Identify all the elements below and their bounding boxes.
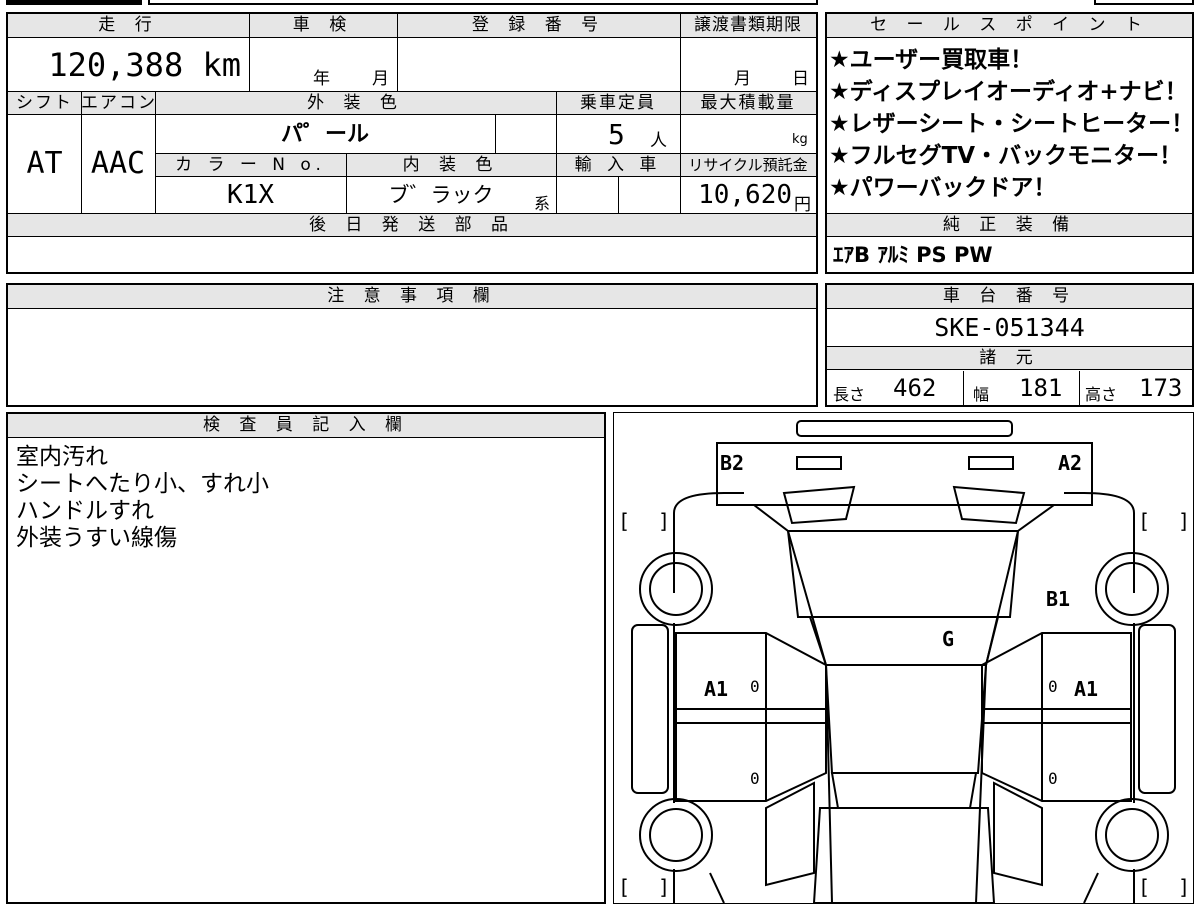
later-parts-header: 後 日 発 送 部 品 <box>8 213 816 237</box>
capacity-value: 5 <box>608 118 625 151</box>
diagram-label-b1: B1 <box>1046 587 1071 611</box>
notes-header: 注 意 事 項 欄 <box>8 285 816 309</box>
diagram-label-a2: A2 <box>1058 451 1083 475</box>
length-label: 長さ <box>833 385 866 404</box>
sales-point: ★ディスプレイオーディオ+ナビ！ <box>829 79 1188 105</box>
inspector-note: 室内汚れ <box>16 444 108 470</box>
mileage-value: 120,388 km <box>48 46 241 84</box>
car-outline <box>631 420 1176 903</box>
color-no-value: K1X <box>227 180 274 210</box>
diagram-bracket: [ <box>618 509 631 533</box>
inspector-note: 外装うすい線傷 <box>16 525 177 551</box>
diagram-bracket: ] <box>1178 509 1191 533</box>
registration-number <box>399 40 678 90</box>
shift-header: シフト <box>8 91 81 115</box>
car-condition-diagram: B2 A2 B1 G A1 A1 0 0 0 0 [ ] [ ] [ ] [ ] <box>613 412 1194 904</box>
top-black-tab <box>6 0 142 5</box>
transfer-day: 日 <box>792 69 809 89</box>
notes-panel: 注 意 事 項 欄 <box>6 283 818 407</box>
recycle-fee-unit: 円 <box>794 195 811 215</box>
height-label: 高さ <box>1085 385 1118 404</box>
diagram-bracket: [ <box>1138 509 1151 533</box>
sales-points-panel: セ ー ル ス ポ イ ン ト ★ユーザー買取車！ ★ディスプレイオーディオ+ナ… <box>825 12 1194 274</box>
capacity-header: 乗車定員 <box>556 91 680 115</box>
sales-points-list: ★ユーザー買取車！ ★ディスプレイオーディオ+ナビ！ ★レザーシート・シートヒー… <box>829 44 1195 214</box>
recycle-fee-value: 10,620 <box>698 180 792 210</box>
chassis-number-value: SKE-051344 <box>934 313 1085 342</box>
registration-header: 登 録 番 号 <box>397 14 680 38</box>
shift-value: AT <box>26 146 63 181</box>
inspection-year: 年 <box>313 69 330 89</box>
top-strip <box>0 0 820 6</box>
specs-header: 諸 元 <box>827 346 1192 370</box>
mileage-header: 走 行 <box>8 14 249 38</box>
color-no-header: カ ラ ー N o. <box>155 153 346 177</box>
inspector-note: シートへたり小、すれ小 <box>16 471 269 497</box>
transfer-month: 月 <box>734 69 751 89</box>
exterior-color-value: パ゜ール <box>280 122 369 147</box>
recycle-fee-header: リサイクル預託金 <box>680 153 816 177</box>
inspector-notes-list: 室内汚れ シートへたり小、すれ小 ハンドルすれ 外装うすい線傷 <box>16 444 596 552</box>
length-value: 462 <box>893 374 937 402</box>
exterior-color-header: 外 装 色 <box>155 91 556 115</box>
later-parts-value <box>8 238 816 272</box>
diagram-label-a1-left: A1 <box>704 677 729 701</box>
diagram-label-a1-right: A1 <box>1074 677 1099 701</box>
diagram-bracket: [ <box>618 875 631 899</box>
height-value: 173 <box>1139 374 1183 402</box>
top-right-strip <box>1094 0 1194 5</box>
diagram-bracket: ] <box>658 875 671 899</box>
inspection-header: 車 検 <box>249 14 397 38</box>
sales-point: ★フルセグTV・バックモニター！ <box>829 143 1183 169</box>
chassis-number-header: 車 台 番 号 <box>827 285 1192 309</box>
chassis-specs-panel: 車 台 番 号 SKE-051344 諸 元 長さ 462 幅 181 高さ 1… <box>825 283 1194 407</box>
width-value: 181 <box>1019 374 1063 402</box>
max-load-unit: kg <box>792 132 808 147</box>
aircon-header: エアコン <box>81 91 155 115</box>
interior-color-value: ブ゛ラック <box>388 183 494 207</box>
diagram-label-b2: B2 <box>720 451 745 475</box>
equipment-value: ｴｱB ｱﾙﾐ PS PW <box>833 243 993 267</box>
diagram-bracket: ] <box>1178 875 1191 899</box>
diagram-bracket: [ <box>1138 875 1151 899</box>
sales-point: ★パワーバックドア！ <box>829 175 1057 201</box>
width-label: 幅 <box>973 385 990 404</box>
inspector-notes-header: 検 査 員 記 入 欄 <box>8 414 604 438</box>
diagram-zero: 0 <box>1048 677 1058 696</box>
diagram-zero: 0 <box>750 677 760 696</box>
sales-point: ★レザーシート・シートヒーター！ <box>829 111 1195 137</box>
max-load-header: 最大積載量 <box>680 91 816 115</box>
interior-color-suffix: 系 <box>534 194 551 213</box>
diagram-label-g: G <box>942 627 955 651</box>
inspector-note: ハンドルすれ <box>16 498 154 524</box>
import-car-header: 輸 入 車 <box>556 153 680 177</box>
sales-points-header: セ ー ル ス ポ イ ン ト <box>827 14 1192 38</box>
transfer-deadline-header: 譲渡書類期限 <box>680 14 816 38</box>
capacity-unit: 人 <box>650 131 667 151</box>
diagram-zero: 0 <box>1048 769 1058 788</box>
interior-color-header: 内 装 色 <box>346 153 556 177</box>
equipment-header: 純 正 装 備 <box>827 213 1192 237</box>
aircon-value: AAC <box>90 146 146 181</box>
diagram-zero: 0 <box>750 769 760 788</box>
sales-point: ★ユーザー買取車！ <box>829 47 1034 73</box>
vehicle-info-table: 走 行 車 検 登 録 番 号 譲渡書類期限 120,388 km 年 月 月 … <box>6 12 818 274</box>
diagram-bracket: ] <box>658 509 671 533</box>
inspector-notes-panel: 検 査 員 記 入 欄 室内汚れ シートへたり小、すれ小 ハンドルすれ 外装うす… <box>6 412 606 904</box>
